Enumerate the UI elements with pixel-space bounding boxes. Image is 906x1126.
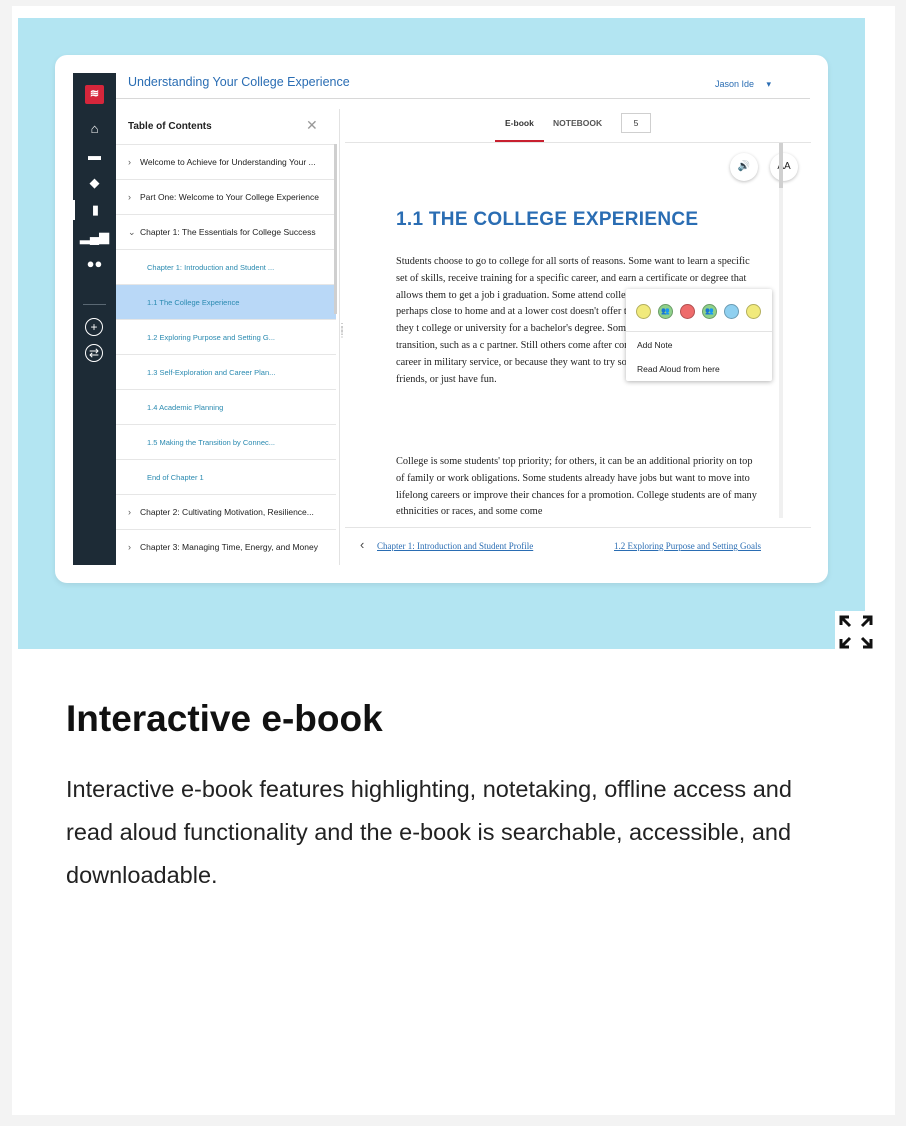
toc-item[interactable]: › Chapter 2: Cultivating Motivation, Resi… <box>116 494 336 529</box>
ebook-screenshot: ≋ ⌂ ▬ ◆ ▮ ▂▄▆ ●● + ⇄ Understanding Your … <box>55 55 828 583</box>
toc-item-label: 1.1 The College Experience <box>147 297 240 307</box>
close-icon[interactable]: ✕ <box>306 117 318 134</box>
toc-item[interactable]: 1.2 Exploring Purpose and Setting G... <box>116 319 336 354</box>
header-divider <box>116 98 810 99</box>
swap-icon[interactable]: ⇄ <box>85 344 103 362</box>
text-size-icon[interactable]: AA <box>770 153 798 181</box>
chapter-title: 1.1 THE COLLEGE EXPERIENCE <box>396 209 699 230</box>
toc-item-label: Chapter 3: Managing Time, Energy, and Mo… <box>140 542 318 552</box>
user-menu[interactable]: Jason Ide ▾ <box>715 79 771 90</box>
people-icon[interactable]: ●● <box>73 254 116 274</box>
toc-item-label: 1.2 Exploring Purpose and Setting G... <box>147 332 275 342</box>
sidebar-divider <box>83 304 106 305</box>
previous-section-link[interactable]: Chapter 1: Introduction and Student Prof… <box>377 541 533 551</box>
active-tab-indicator <box>495 140 544 142</box>
card-heading: Interactive e-book <box>66 698 383 739</box>
highlight-color-option[interactable] <box>746 304 761 319</box>
reader-pane: E-book NOTEBOOK 5 🔊 AA 1.1 THE COLLEGE E… <box>345 109 811 565</box>
reader-tabs: E-book NOTEBOOK 5 <box>345 109 811 143</box>
expand-icon[interactable] <box>835 611 877 653</box>
toc-item-label: 1.4 Academic Planning <box>147 402 224 412</box>
toc-item[interactable]: 1.1 The College Experience <box>116 284 336 319</box>
shared-highlight-color-option[interactable]: 👥 <box>658 304 673 319</box>
tab-notebook[interactable]: NOTEBOOK <box>553 118 602 128</box>
chart-icon[interactable]: ▂▄▆ <box>73 227 116 247</box>
toc-scrollbar[interactable] <box>334 144 337 314</box>
toc-item[interactable]: 1.5 Making the Transition by Connec... <box>116 424 336 459</box>
paragraph: College is some students' top priority; … <box>396 456 757 518</box>
tab-ebook[interactable]: E-book <box>505 118 534 128</box>
hero-panel: ≋ ⌂ ▬ ◆ ▮ ▂▄▆ ●● + ⇄ Understanding Your … <box>18 18 865 649</box>
toc-item[interactable]: › Part One: Welcome to Your College Exper… <box>116 179 336 214</box>
toc-item-label: 1.3 Self-Exploration and Career Plan... <box>147 367 276 377</box>
read-aloud-button[interactable]: Read Aloud from here <box>637 364 720 374</box>
page-number-input[interactable]: 5 <box>621 113 651 133</box>
folder-icon[interactable]: ▬ <box>73 146 116 166</box>
highlight-color-option[interactable] <box>724 304 739 319</box>
shared-highlight-color-option[interactable]: 👥 <box>702 304 717 319</box>
chevron-down-icon: ⌄ <box>128 226 136 237</box>
table-of-contents: Table of Contents ✕ › Welcome to Achieve … <box>116 109 338 565</box>
toc-list: › Welcome to Achieve for Understanding Yo… <box>116 144 336 564</box>
chevron-right-icon: › <box>128 507 131 517</box>
highlight-popup: 👥 👥 Add Note Read Aloud from here <box>626 289 772 381</box>
toc-item[interactable]: › Chapter 3: Managing Time, Energy, and M… <box>116 529 336 564</box>
reader-scroll-track[interactable] <box>779 188 783 518</box>
toc-item-label: Part One: Welcome to Your College Experi… <box>140 192 319 202</box>
ebook-icon[interactable]: ▮ <box>73 200 116 220</box>
highlight-color-option[interactable] <box>636 304 651 319</box>
audio-icon[interactable]: 🔊 <box>730 153 758 181</box>
app-title[interactable]: Understanding Your College Experience <box>128 75 350 89</box>
toc-item-label: 1.5 Making the Transition by Connec... <box>147 437 275 447</box>
toc-item-label: Chapter 1: The Essentials for College Su… <box>140 227 316 237</box>
toc-item[interactable]: 1.3 Self-Exploration and Career Plan... <box>116 354 336 389</box>
chevron-right-icon: › <box>128 542 131 552</box>
page-navigation: ‹ Chapter 1: Introduction and Student Pr… <box>345 527 811 566</box>
card-description: Interactive e-book features highlighting… <box>66 776 792 888</box>
toc-item[interactable]: 1.4 Academic Planning <box>116 389 336 424</box>
next-section-link[interactable]: 1.2 Exploring Purpose and Setting Goals <box>614 541 761 551</box>
add-note-button[interactable]: Add Note <box>637 340 672 350</box>
popup-divider <box>626 331 772 332</box>
toc-item-label: End of Chapter 1 <box>147 472 204 482</box>
user-name: Jason Ide <box>715 79 755 89</box>
add-icon[interactable]: + <box>85 318 103 336</box>
home-icon[interactable]: ⌂ <box>73 119 116 139</box>
brand-logo[interactable]: ≋ <box>85 85 104 104</box>
toc-item[interactable]: › Welcome to Achieve for Understanding Yo… <box>116 144 336 179</box>
toc-heading: Table of Contents <box>128 121 212 132</box>
reader-scrollbar[interactable] <box>779 143 783 188</box>
chevron-right-icon: › <box>128 192 131 202</box>
toc-item[interactable]: End of Chapter 1 <box>116 459 336 494</box>
highlight-color-option[interactable] <box>680 304 695 319</box>
toc-item-label: Welcome to Achieve for Understanding You… <box>140 157 316 167</box>
chevron-right-icon: › <box>128 157 131 167</box>
chevron-left-icon[interactable]: ‹ <box>360 537 364 552</box>
layers-icon[interactable]: ◆ <box>73 173 116 193</box>
toc-item-label: Chapter 2: Cultivating Motivation, Resil… <box>140 507 314 517</box>
toc-item-label: Chapter 1: Introduction and Student ... <box>147 262 275 272</box>
chevron-down-icon: ▾ <box>766 79 772 89</box>
toc-item[interactable]: Chapter 1: Introduction and Student ... <box>116 249 336 284</box>
app-sidebar: ≋ ⌂ ▬ ◆ ▮ ▂▄▆ ●● + ⇄ <box>73 73 116 565</box>
toc-item[interactable]: ⌄ Chapter 1: The Essentials for College S… <box>116 214 336 249</box>
